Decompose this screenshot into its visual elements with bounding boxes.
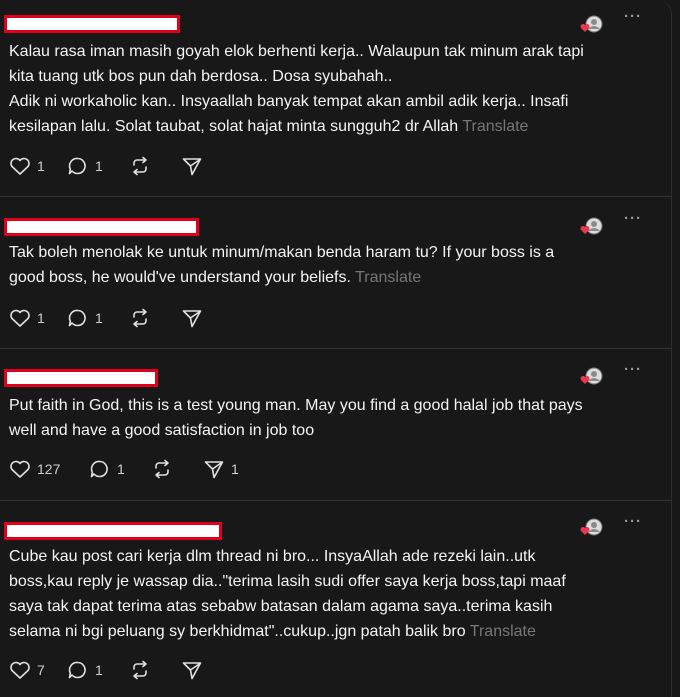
reply-count: 1 xyxy=(95,662,103,678)
reply-button[interactable]: 1 xyxy=(67,308,129,328)
translate-link[interactable]: Translate xyxy=(470,623,536,640)
repost-icon xyxy=(133,308,147,328)
reply-post: ··· Cube kau post cari kerja dlm thread … xyxy=(0,501,672,697)
reply-count: 1 xyxy=(95,158,103,174)
comment-icon xyxy=(68,157,86,175)
reply-post: ··· Put faith in God, this is a test you… xyxy=(0,349,672,501)
reply-button[interactable]: 1 xyxy=(67,156,129,176)
repost-button[interactable] xyxy=(151,459,203,479)
post-text: Cube kau post cari kerja dlm thread ni b… xyxy=(9,548,566,640)
like-button[interactable]: 1 xyxy=(9,156,67,176)
reply-button[interactable]: 1 xyxy=(89,459,151,479)
like-count: 127 xyxy=(37,461,61,477)
like-count: 1 xyxy=(37,158,45,174)
share-button[interactable]: 1 xyxy=(203,459,239,479)
send-icon xyxy=(204,461,224,479)
reply-button[interactable]: 1 xyxy=(67,660,129,680)
reply-count: 1 xyxy=(117,461,125,477)
more-options-icon[interactable]: ··· xyxy=(624,8,642,25)
share-button[interactable] xyxy=(181,156,209,176)
reply-post: ··· Kalau rasa iman masih goyah elok ber… xyxy=(0,0,672,197)
repost-button[interactable] xyxy=(129,308,181,328)
like-button[interactable]: 7 xyxy=(9,660,67,680)
like-button[interactable]: 127 xyxy=(9,459,89,479)
repost-icon xyxy=(155,459,169,479)
post-actions: 7 1 xyxy=(9,658,209,682)
heart-icon xyxy=(10,157,30,175)
comment-icon xyxy=(90,460,108,478)
like-count: 7 xyxy=(37,662,45,678)
liked-by-author-avatar-icon xyxy=(580,15,603,33)
redacted-username xyxy=(4,218,199,236)
repost-button[interactable] xyxy=(129,660,181,680)
more-options-icon[interactable]: ··· xyxy=(624,210,642,227)
like-button[interactable]: 1 xyxy=(9,308,67,328)
repost-icon xyxy=(133,156,147,176)
heart-icon xyxy=(10,460,30,478)
redacted-username xyxy=(4,522,222,540)
redacted-username xyxy=(4,369,158,387)
post-actions: 1 1 xyxy=(9,306,209,330)
comment-icon xyxy=(68,661,86,679)
repost-button[interactable] xyxy=(129,156,181,176)
translate-link[interactable]: Translate xyxy=(462,118,528,135)
like-count: 1 xyxy=(37,310,45,326)
send-icon xyxy=(182,158,202,176)
post-text: Put faith in God, this is a test young m… xyxy=(9,397,583,439)
reply-count: 1 xyxy=(95,310,103,326)
post-text: Tak boleh menolak ke untuk minum/makan b… xyxy=(9,244,555,286)
heart-icon xyxy=(10,309,30,327)
more-options-icon[interactable]: ··· xyxy=(624,361,642,378)
translate-link[interactable]: Translate xyxy=(355,269,421,286)
share-button[interactable] xyxy=(181,308,209,328)
send-icon xyxy=(182,310,202,328)
post-text: Kalau rasa iman masih goyah elok berhent… xyxy=(9,43,584,135)
post-actions: 1 1 xyxy=(9,154,209,178)
liked-by-author-avatar-icon xyxy=(580,518,603,536)
more-options-icon[interactable]: ··· xyxy=(624,513,642,530)
repost-icon xyxy=(133,660,147,680)
reply-post: ··· Tak boleh menolak ke untuk minum/mak… xyxy=(0,197,672,349)
heart-icon xyxy=(10,661,30,679)
thread-panel: ··· Kalau rasa iman masih goyah elok ber… xyxy=(0,0,672,697)
share-count: 1 xyxy=(231,461,239,477)
comment-icon xyxy=(68,309,86,327)
liked-by-author-avatar-icon xyxy=(580,367,603,385)
share-button[interactable] xyxy=(181,660,209,680)
send-icon xyxy=(182,662,202,680)
redacted-username xyxy=(4,15,180,33)
post-actions: 127 1 1 xyxy=(9,457,239,481)
liked-by-author-avatar-icon xyxy=(580,217,603,235)
